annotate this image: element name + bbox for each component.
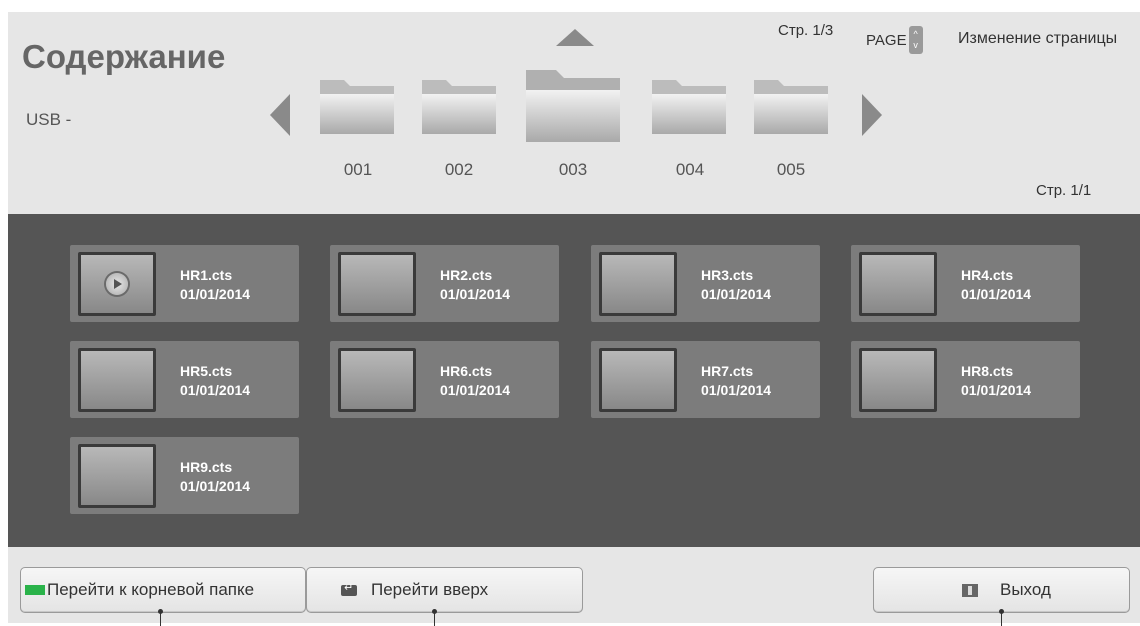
- button-label: Выход: [1000, 580, 1051, 599]
- folder-icon[interactable]: [318, 74, 396, 136]
- go-up-button[interactable]: Перейти вверх: [306, 567, 583, 626]
- video-thumbnail: [338, 252, 416, 316]
- video-thumbnail: [338, 348, 416, 412]
- button-bar: Перейти к корневой папке Перейти вверх В…: [8, 547, 1140, 626]
- source-label: USB -: [26, 110, 72, 129]
- file-date: 01/01/2014: [701, 286, 772, 302]
- go-to-root-button[interactable]: Перейти к корневой папке: [20, 567, 306, 626]
- page-key-hint: PAGE ^ v: [866, 26, 923, 54]
- up-arrow-icon[interactable]: [556, 29, 594, 46]
- file-date: 01/01/2014: [180, 286, 251, 302]
- folder-label: 003: [558, 160, 588, 179]
- file-item[interactable]: HR5.cts 01/01/2014: [70, 341, 299, 418]
- video-thumbnail: [859, 348, 937, 412]
- page-updown-icon: ^ v: [908, 26, 923, 54]
- file-name: HR2.cts: [440, 267, 493, 283]
- file-item[interactable]: HR4.cts 01/01/2014: [851, 245, 1080, 322]
- file-name: HR5.cts: [180, 363, 233, 379]
- folder-icon[interactable]: [420, 74, 498, 136]
- button-pointer: [158, 609, 163, 626]
- green-key-icon: [25, 585, 45, 595]
- file-date: 01/01/2014: [440, 286, 511, 302]
- file-name: HR6.cts: [440, 363, 493, 379]
- header-panel: Содержание USB - 001 002 003 004 005 Стр…: [8, 12, 1140, 214]
- file-date: 01/01/2014: [180, 382, 251, 398]
- right-arrow-icon[interactable]: [862, 94, 882, 136]
- page-title: Содержание: [22, 38, 226, 75]
- folder-icon[interactable]: [752, 74, 830, 136]
- file-item[interactable]: HR1.cts 01/01/2014: [70, 245, 299, 322]
- folder-label: 004: [675, 160, 705, 179]
- play-icon: [106, 273, 128, 295]
- file-name: HR7.cts: [701, 363, 754, 379]
- file-name: HR8.cts: [961, 363, 1014, 379]
- page-key-label: PAGE: [866, 31, 907, 49]
- file-item[interactable]: HR8.cts 01/01/2014: [851, 341, 1080, 418]
- back-icon: [341, 581, 357, 596]
- page-indicator-top: Стр. 1/3: [778, 22, 834, 39]
- left-arrow-icon[interactable]: [270, 94, 290, 136]
- video-thumbnail: [599, 348, 677, 412]
- video-thumbnail: [599, 252, 677, 316]
- file-grid: HR1.cts 01/01/2014 HR2.cts 01/01/2014 HR…: [8, 214, 1140, 547]
- page-change-label: Изменение страницы: [958, 30, 1118, 47]
- exit-button[interactable]: Выход: [873, 567, 1130, 626]
- folder-icon-selected[interactable]: [524, 64, 622, 144]
- video-thumbnail: [78, 444, 156, 508]
- file-date: 01/01/2014: [180, 478, 251, 494]
- button-pointer: [999, 609, 1004, 626]
- folder-label: 002: [444, 160, 474, 179]
- folder-label: 001: [343, 160, 373, 179]
- file-date: 01/01/2014: [961, 382, 1032, 398]
- file-date: 01/01/2014: [961, 286, 1032, 302]
- file-item[interactable]: HR7.cts 01/01/2014: [591, 341, 820, 418]
- video-thumbnail: [859, 252, 937, 316]
- button-label: Перейти к корневой папке: [47, 580, 255, 599]
- file-name: HR4.cts: [961, 267, 1014, 283]
- file-date: 01/01/2014: [440, 382, 511, 398]
- video-thumbnail: [78, 252, 156, 316]
- file-item[interactable]: HR9.cts 01/01/2014: [70, 437, 299, 514]
- folder-label: 005: [776, 160, 806, 179]
- file-name: HR3.cts: [701, 267, 754, 283]
- exit-icon: [962, 583, 978, 597]
- button-label: Перейти вверх: [371, 580, 489, 599]
- folder-icon[interactable]: [650, 74, 728, 136]
- button-pointer: [432, 609, 437, 626]
- page-indicator-bottom: Стр. 1/1: [1036, 182, 1092, 199]
- file-item[interactable]: HR3.cts 01/01/2014: [591, 245, 820, 322]
- file-name: HR1.cts: [180, 267, 233, 283]
- video-thumbnail: [78, 348, 156, 412]
- file-item[interactable]: HR6.cts 01/01/2014: [330, 341, 559, 418]
- file-item[interactable]: HR2.cts 01/01/2014: [330, 245, 559, 322]
- file-name: HR9.cts: [180, 459, 233, 475]
- file-date: 01/01/2014: [701, 382, 772, 398]
